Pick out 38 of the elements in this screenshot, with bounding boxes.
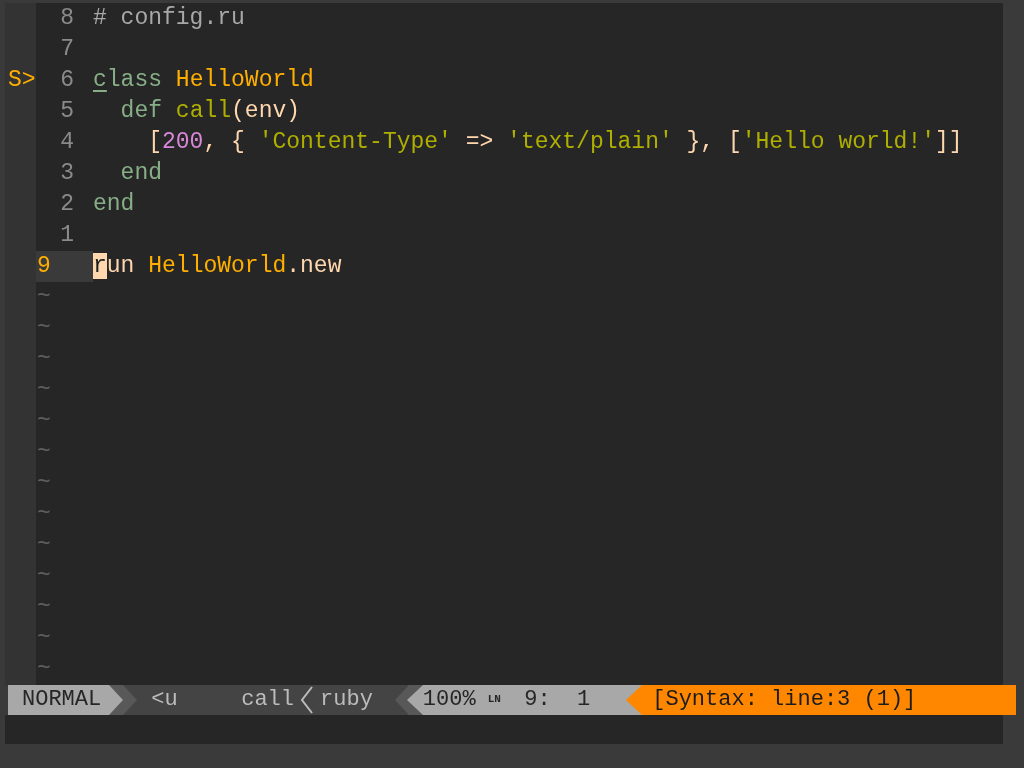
code-line: # config.ru (93, 5, 245, 31)
filetype-label: ruby (319, 686, 374, 714)
tilde-marker: ~ (37, 439, 51, 465)
status-text: call (241, 686, 296, 714)
tilde-marker: ~ (37, 408, 51, 434)
cursor-position: 9: 1 (524, 685, 623, 715)
tilde-marker: ~ (37, 656, 51, 682)
line-number: 8 (59, 4, 75, 33)
tilde-marker: ~ (37, 532, 51, 558)
tilde-marker: ~ (37, 594, 51, 620)
line-number: 6 (59, 66, 75, 95)
line-number: 5 (59, 97, 75, 126)
line-number: 2 (59, 190, 75, 219)
tilde-marker: ~ (37, 284, 51, 310)
sign-marker: S> (7, 67, 36, 93)
code-line: [200, { 'Content-Type' => 'text/plain' }, ['Hello world!']] (147, 129, 963, 155)
line-number-symbol: LN (485, 685, 525, 715)
tilde-marker: ~ (37, 501, 51, 527)
line-number: 9 (36, 251, 93, 282)
line-number: 3 (59, 159, 75, 188)
tilde-marker: ~ (37, 470, 51, 496)
tilde-marker: ~ (37, 377, 51, 403)
tilde-marker: ~ (37, 315, 51, 341)
code-line: class HelloWorld (93, 67, 314, 93)
tilde-marker: ~ (37, 346, 51, 372)
tilde-marker: ~ (37, 563, 51, 589)
line-number: 4 (59, 128, 75, 157)
arrow-right-icon (109, 685, 140, 715)
code-line: end (119, 160, 162, 186)
tilde-marker: ~ (37, 625, 51, 651)
code-line: end (93, 191, 135, 217)
code-line: def call(env) (119, 98, 301, 124)
line-number: 7 (59, 35, 75, 64)
code-line: run HelloWorld.new (93, 253, 342, 279)
arrow-left-icon (392, 685, 423, 715)
line-number: 1 (59, 221, 75, 250)
status-text: <u (150, 686, 179, 714)
separator-icon (300, 685, 315, 715)
